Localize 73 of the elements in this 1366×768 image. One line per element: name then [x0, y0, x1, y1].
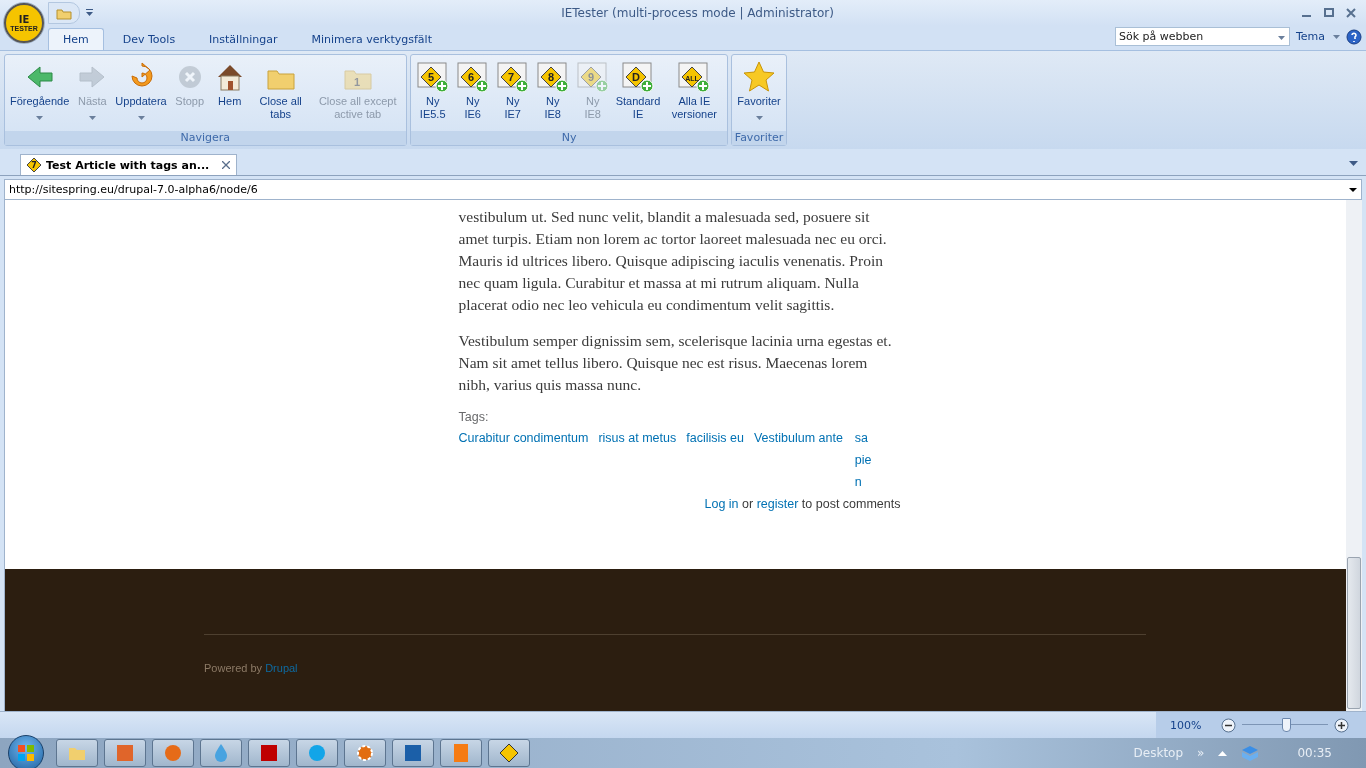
tag-link[interactable]: risus at metus — [598, 427, 677, 449]
slider-thumb[interactable] — [1282, 718, 1292, 732]
ribbon-button[interactable]: Föregående — [7, 57, 73, 131]
ribbon-tab[interactable]: Hem — [48, 28, 104, 50]
ribbon-button[interactable]: D Standard IE — [612, 57, 664, 131]
page-tab[interactable]: 7 Test Article with tags an... — [20, 154, 238, 175]
ribbon-button[interactable]: Close all tabs — [249, 57, 312, 131]
logo-letters: IE — [18, 14, 30, 25]
zoom-in-icon[interactable] — [1334, 717, 1350, 733]
scrollbar-thumb[interactable] — [1347, 557, 1361, 709]
app-icon[interactable] — [258, 742, 280, 764]
close-icon[interactable] — [222, 161, 231, 169]
ribbon-button[interactable]: 7 Ny IE7 — [492, 57, 533, 131]
ribbon-tab[interactable]: Minimera verktygsfält — [296, 28, 447, 50]
close-icon[interactable] — [1346, 8, 1356, 18]
forward-arrow-icon — [78, 65, 107, 89]
comment-text: to post comments — [801, 497, 901, 511]
caret-icon[interactable] — [1349, 161, 1358, 166]
theme-menu[interactable]: Tema — [1295, 30, 1340, 43]
article-paragraph: Vestibulum semper dignissim sem, scelerisque lacinia urna egestas et. Nam sit amet tellus libero. Quisque nec est risus. Maecenas lorem nibh, varius quis massa nunc. — [458, 331, 893, 395]
star-icon — [743, 61, 776, 93]
group-label: Navigera — [5, 131, 406, 145]
tag-link[interactable]: sapien — [854, 427, 873, 493]
zoom-level: 100% — [1170, 718, 1202, 732]
caret-icon — [36, 116, 44, 120]
article-paragraph: vestibulum ut. Sed nunc velit, blandit a malesuada sed, posuere sit amet turpis. Etiam non lorem ac tortor laoreet malesuada nec eu orci. Mauris id ultrices libero. Quisque adipiscing iaculis venenatis. Proin nec quam ligula. Curabitur et massa at mi rutrum aliquam. Nulla placerat odio nec leo vehicula eu condimentum velit sagittis. — [458, 207, 888, 315]
clock: 00:35 — [1297, 746, 1332, 760]
caret-icon — [1333, 34, 1340, 39]
caret-icon — [1277, 36, 1285, 40]
taskbar-button[interactable] — [392, 739, 434, 767]
register-link[interactable]: register — [756, 497, 799, 511]
customize-icon[interactable] — [86, 9, 93, 17]
login-link[interactable]: Log in — [704, 497, 739, 511]
search-field[interactable]: Sök på webben — [1114, 27, 1290, 46]
app-icon[interactable] — [114, 742, 136, 764]
folder-icon[interactable] — [56, 6, 72, 20]
caret-icon — [755, 116, 763, 120]
stop-icon — [176, 64, 203, 90]
taskbar-button[interactable] — [344, 739, 386, 767]
windows-flag-icon — [18, 745, 34, 761]
ribbon-tab[interactable]: Inställningar — [194, 28, 293, 50]
powered-by-text: Powered by — [204, 662, 263, 674]
ribbon-tab[interactable]: Dev Tools — [107, 28, 191, 50]
back-arrow-icon — [25, 65, 54, 89]
app-icon[interactable] — [402, 742, 424, 764]
ribbon-button[interactable]: 8 Ny IE8 — [532, 57, 573, 131]
comment-text: or — [742, 497, 754, 511]
address-bar[interactable]: http://sitespring.eu/drupal-7.0-alpha6/node/6 — [4, 179, 1362, 200]
zoom-out-icon[interactable] — [1221, 717, 1237, 733]
tag-link[interactable]: facilisis eu — [686, 427, 744, 449]
ribbon-button[interactable]: 5 Ny IE5.5 — [412, 57, 453, 131]
taskbar-button[interactable] — [488, 739, 530, 767]
tags-label: Tags: — [458, 410, 490, 424]
help-icon[interactable] — [1346, 28, 1362, 45]
ribbon-button[interactable]: Hem — [209, 57, 250, 131]
ribbon-button[interactable]: 6 Ny IE6 — [452, 57, 493, 131]
maximize-icon[interactable] — [1324, 8, 1334, 18]
caret-icon — [137, 116, 145, 120]
group-label: Ny — [410, 131, 728, 145]
tag-link[interactable]: Curabitur condimentum — [458, 427, 589, 449]
gear-icon[interactable] — [354, 742, 376, 764]
taskbar-button[interactable] — [248, 739, 290, 767]
diamond-icon: 7 — [27, 158, 41, 172]
caret-icon — [1349, 187, 1357, 192]
tag-link[interactable]: Vestibulum ante — [753, 427, 843, 449]
diamond-icon[interactable] — [498, 742, 520, 764]
group-label: Favoriter — [732, 131, 786, 145]
tray-arrow-icon[interactable] — [1218, 750, 1228, 756]
caret-icon — [88, 116, 96, 120]
start-button[interactable] — [8, 735, 44, 768]
ribbon-button[interactable]: Favoriter — [734, 57, 784, 131]
window-title: IETester (multi-process mode | Administrator) — [560, 6, 835, 20]
ribbon-button[interactable]: Uppdatera — [112, 57, 170, 131]
